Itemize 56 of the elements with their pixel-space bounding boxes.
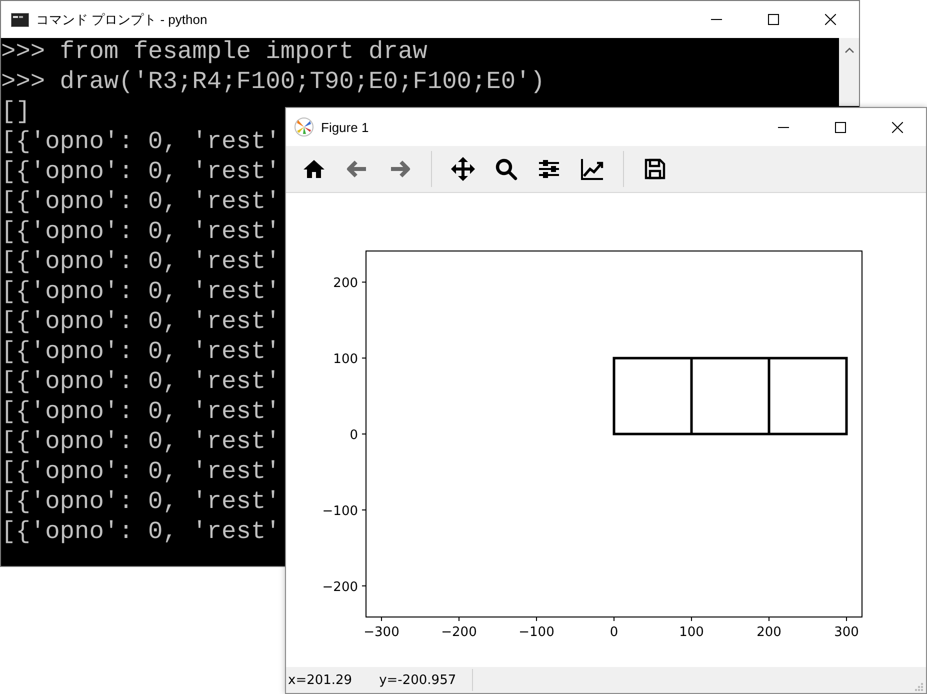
console-line: [{'opno': 0, 'rest' [1, 488, 280, 518]
console-line: [{'opno': 0, 'rest' [1, 368, 280, 398]
tick-label: 100 [679, 625, 704, 640]
window-title: Figure 1 [321, 120, 369, 134]
resize-grip-icon [914, 682, 923, 691]
terminal-icon [11, 12, 29, 26]
console-line: [{'opno': 0, 'rest' [1, 248, 280, 278]
console-line: [{'opno': 0, 'rest' [1, 338, 280, 368]
tick-mark [846, 616, 847, 622]
scroll-up-icon [844, 47, 854, 53]
window-title: コマンド プロンプト - python [36, 10, 208, 28]
sliders-icon [537, 157, 561, 181]
console-line: [{'opno': 0, 'rest' [1, 458, 280, 488]
tick-mark [362, 358, 366, 359]
tick-mark [768, 616, 770, 622]
tick-label: 100 [333, 352, 358, 368]
console-line: [{'opno': 0, 'rest' [1, 308, 280, 338]
maximize-icon [835, 122, 846, 132]
tick-mark [691, 616, 692, 622]
tick-mark [362, 509, 366, 510]
close-icon [825, 14, 836, 25]
tick-label: −200 [441, 625, 477, 640]
console-line: [] [1, 98, 30, 128]
cursor-y-readout: y=-200.957 [379, 672, 456, 688]
move-icon [451, 157, 475, 181]
tick-label: −100 [322, 504, 358, 519]
tick-mark [381, 616, 382, 622]
tick-label: 200 [333, 276, 358, 292]
search-icon [494, 157, 518, 181]
tick-label: 0 [350, 428, 358, 443]
tick-mark [362, 585, 366, 586]
console-line: [{'opno': 0, 'rest' [1, 128, 280, 158]
line-chart-icon [580, 157, 604, 181]
console-line: >>> draw('R3;R4;F100;T90;E0;F100;E0') [1, 68, 545, 98]
tick-label: −200 [322, 580, 358, 595]
console-line: [{'opno': 0, 'rest' [1, 278, 280, 308]
cursor-x-readout: x=201.29 [288, 672, 352, 688]
maximize-icon [768, 14, 779, 25]
logo-icon [294, 117, 314, 137]
home-icon [302, 157, 326, 181]
tick-label: 300 [834, 625, 859, 640]
close-icon [892, 122, 903, 132]
console-line: [{'opno': 0, 'rest' [1, 428, 280, 458]
console-line: [{'opno': 0, 'rest' [1, 518, 280, 548]
tick-label: −100 [518, 625, 554, 640]
tick-label: −300 [364, 625, 400, 640]
console-line: >>> from fesample import draw [1, 38, 428, 68]
console-line: [{'opno': 0, 'rest' [1, 398, 280, 428]
tick-mark [362, 282, 366, 283]
console-line: [{'opno': 0, 'rest' [1, 188, 280, 218]
tick-mark [536, 616, 537, 622]
tick-mark [458, 616, 460, 622]
tick-label: 200 [756, 625, 782, 640]
console-line: [{'opno': 0, 'rest' [1, 158, 280, 188]
tick-label: 0 [610, 625, 618, 640]
console-line: [{'opno': 0, 'rest' [1, 218, 280, 248]
